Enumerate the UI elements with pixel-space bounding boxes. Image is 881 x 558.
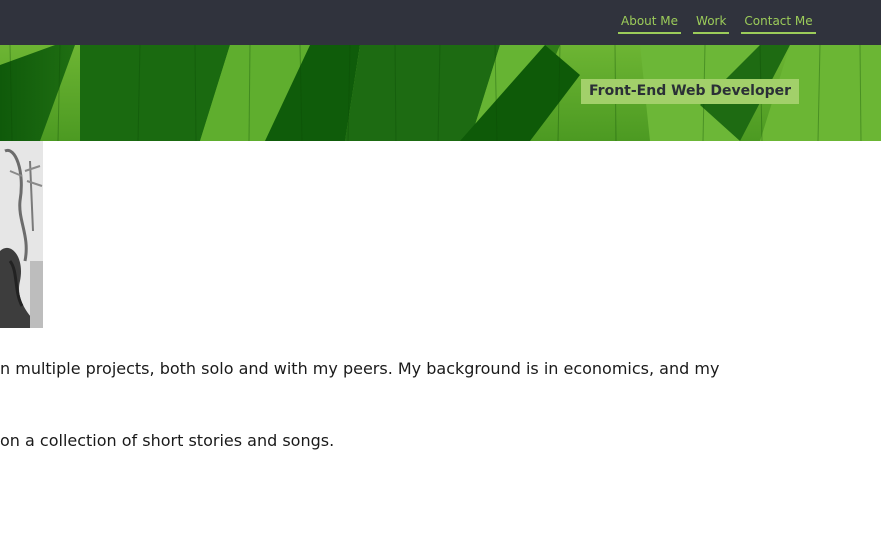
nav-link-about-me[interactable]: About Me [618, 12, 682, 34]
nav-link-contact-me[interactable]: Contact Me [741, 12, 816, 34]
portrait-image [0, 141, 43, 328]
hero-banner: Front-End Web Developer [0, 45, 881, 141]
main-nav: About Me Work Contact Me [618, 12, 816, 34]
about-paragraph-2-text: on a collection of short stories and son… [0, 431, 335, 450]
about-paragraph-1: n multiple projects, both solo and with … [0, 359, 719, 379]
about-paragraph-1-text: n multiple projects, both solo and with … [0, 359, 720, 378]
nav-link-work[interactable]: Work [693, 12, 730, 34]
about-paragraph-2: on a collection of short stories and son… [0, 431, 334, 451]
hero-tagline: Front-End Web Developer [581, 79, 799, 104]
portrait-photo [0, 141, 43, 328]
top-navbar: About Me Work Contact Me [0, 0, 881, 45]
